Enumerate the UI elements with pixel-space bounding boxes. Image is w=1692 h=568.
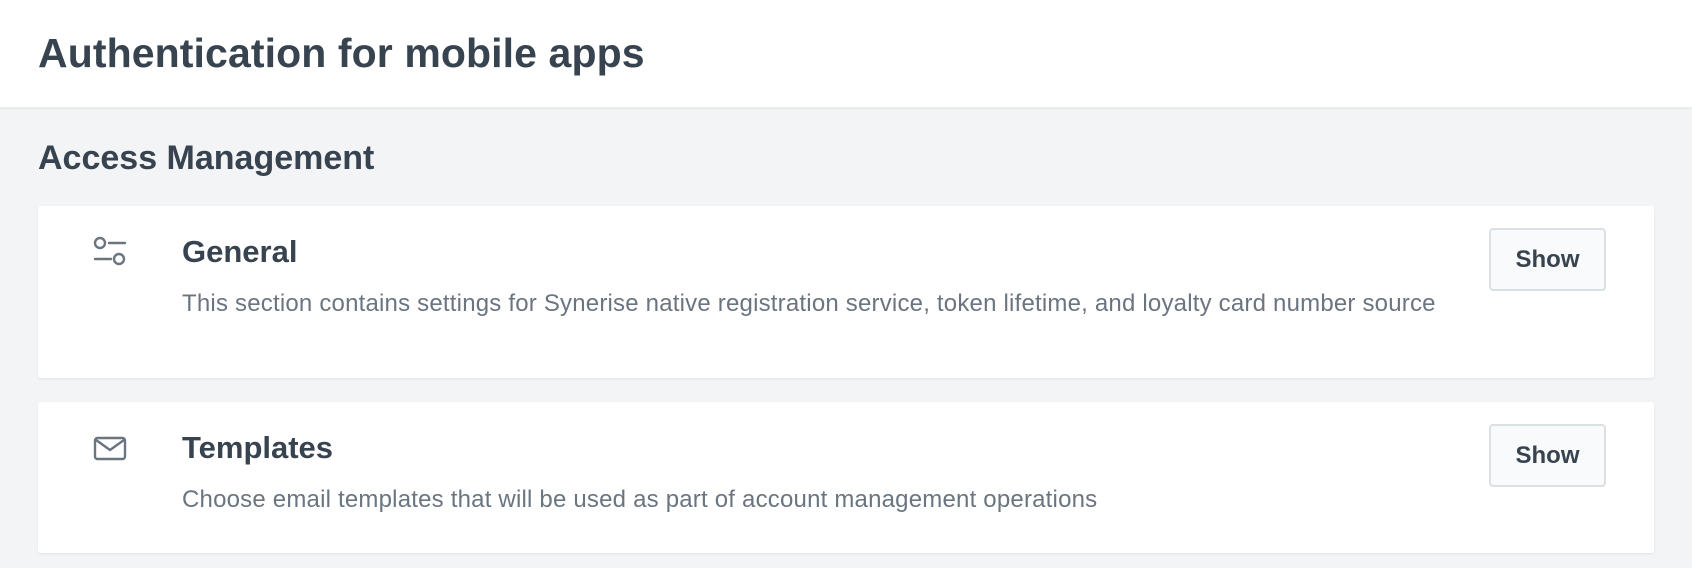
card-general-title: General — [182, 234, 298, 269]
page-title: Authentication for mobile apps — [38, 30, 645, 76]
card-templates-description: Choose email templates that will be used… — [182, 486, 1098, 513]
card-templates-body: Templates Choose email templates that wi… — [182, 428, 1444, 518]
general-show-button[interactable]: Show — [1489, 228, 1606, 291]
page-header: Authentication for mobile apps — [0, 0, 1692, 108]
main-content: Access Management General This section c… — [0, 138, 1692, 553]
card-general-body: General This section contains settings f… — [182, 232, 1444, 322]
templates-show-button[interactable]: Show — [1489, 424, 1606, 487]
card-general: General This section contains settings f… — [38, 206, 1654, 378]
card-templates-title: Templates — [182, 430, 334, 465]
mail-icon — [92, 430, 128, 466]
section-title: Access Management — [38, 139, 375, 177]
settings-sliders-icon — [92, 234, 128, 270]
card-templates: Templates Choose email templates that wi… — [38, 402, 1654, 553]
card-general-description: This section contains settings for Syner… — [182, 290, 1436, 317]
